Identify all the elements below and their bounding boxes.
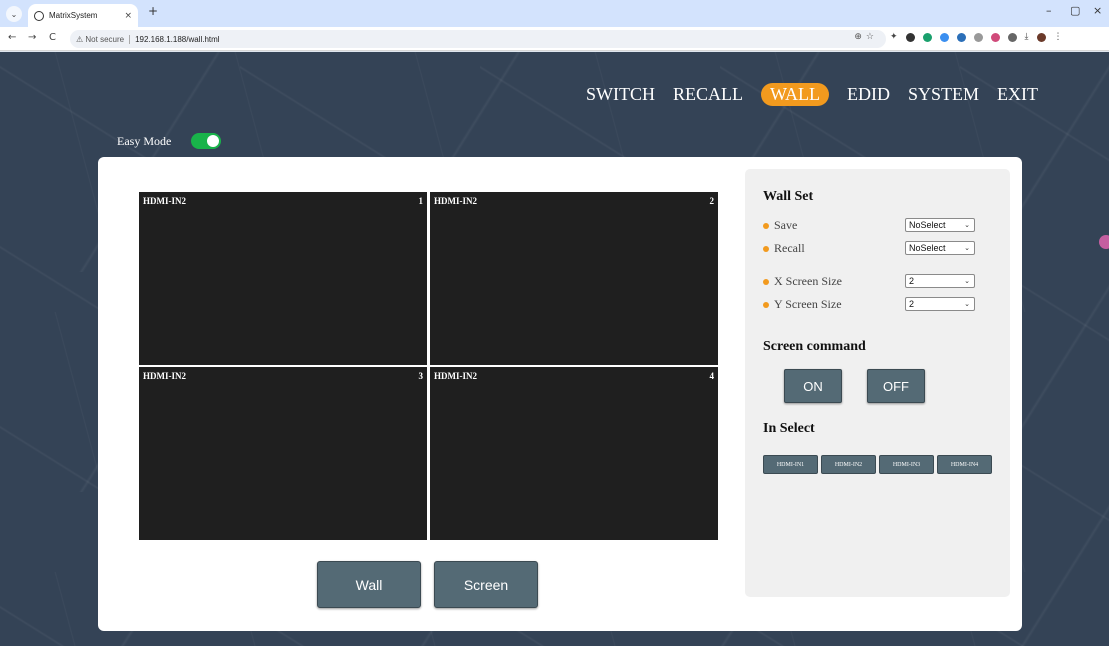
- cell-number: 1: [418, 196, 424, 206]
- cell-number: 3: [418, 371, 424, 381]
- y-size-field: Y Screen Size: [763, 297, 842, 312]
- bullet-icon: [763, 245, 769, 252]
- bullet-icon: [763, 301, 769, 308]
- screen-on-button[interactable]: ON: [784, 369, 842, 403]
- x-size-select-value: 2: [909, 276, 915, 286]
- wall-cell-4[interactable]: HDMI-IN2 4: [430, 367, 718, 540]
- wall-cell-1[interactable]: HDMI-IN2 1: [139, 192, 427, 365]
- easy-mode-toggle[interactable]: [191, 133, 222, 149]
- recall-select[interactable]: NoSelect ⌄: [905, 241, 975, 255]
- easy-mode-label: Easy Mode: [117, 133, 172, 148]
- new-tab-icon[interactable]: +: [148, 4, 158, 18]
- not-secure-badge[interactable]: ⚠ Not secure: [76, 34, 131, 44]
- x-size-field: X Screen Size: [763, 274, 842, 289]
- browser-tab[interactable]: MatrixSystem ×: [28, 4, 138, 27]
- tab-favicon-icon: [34, 10, 44, 21]
- x-size-label: X Screen Size: [774, 274, 842, 288]
- easy-mode: Easy Mode: [117, 133, 222, 149]
- wall-grid: HDMI-IN2 1 HDMI-IN2 2 HDMI-IN2 3 HDMI-IN…: [139, 192, 718, 540]
- nav-recall[interactable]: RECALL: [673, 84, 743, 105]
- recall-field: Recall: [763, 241, 805, 256]
- minimize-icon[interactable]: –: [1046, 4, 1052, 17]
- nav-edid[interactable]: EDID: [847, 84, 890, 105]
- page-background: SWITCH RECALL WALL EDID SYSTEM EXIT Easy…: [0, 52, 1109, 646]
- tab-title: MatrixSystem: [49, 11, 98, 20]
- wall-cell-2[interactable]: HDMI-IN2 2: [430, 192, 718, 365]
- maximize-icon[interactable]: ▢: [1070, 4, 1080, 17]
- y-size-label: Y Screen Size: [774, 297, 842, 311]
- nav-wall[interactable]: WALL: [761, 83, 829, 106]
- bullet-icon: [763, 278, 769, 285]
- extension-icon[interactable]: [973, 32, 983, 42]
- cell-source: HDMI-IN2: [434, 371, 477, 381]
- save-select-value: NoSelect: [909, 220, 946, 230]
- toggle-knob: [207, 135, 220, 147]
- save-field: Save: [763, 218, 797, 233]
- cell-source: HDMI-IN2: [434, 196, 477, 206]
- address-bar[interactable]: ⚠ Not secure 192.168.1.188/wall.html ⊕☆: [70, 30, 886, 48]
- wall-cell-3[interactable]: HDMI-IN2 3: [139, 367, 427, 540]
- extension-icon[interactable]: [990, 32, 1000, 42]
- extensions-row: ✦ ⤓ ⋮: [890, 32, 1063, 42]
- chevron-down-icon: ⌄: [964, 277, 970, 285]
- cell-source: HDMI-IN2: [143, 196, 186, 206]
- menu-icon[interactable]: ⋮: [1054, 32, 1063, 42]
- in-select-hdmi-in1[interactable]: HDMI-IN1: [763, 455, 818, 474]
- in-select-hdmi-in2[interactable]: HDMI-IN2: [821, 455, 876, 474]
- recall-select-value: NoSelect: [909, 243, 946, 253]
- y-size-select-value: 2: [909, 299, 915, 309]
- puzzle-icon[interactable]: [1007, 32, 1017, 42]
- back-icon[interactable]: ←: [8, 32, 16, 43]
- screen-button[interactable]: Screen: [434, 561, 538, 608]
- y-size-select[interactable]: 2 ⌄: [905, 297, 975, 311]
- nav-switch[interactable]: SWITCH: [586, 84, 655, 105]
- x-size-select[interactable]: 2 ⌄: [905, 274, 975, 288]
- cell-number: 2: [709, 196, 715, 206]
- nav-system[interactable]: SYSTEM: [908, 84, 979, 105]
- extension-icon[interactable]: [905, 32, 915, 42]
- in-select-hdmi-in3[interactable]: HDMI-IN3: [879, 455, 934, 474]
- chevron-down-icon: ⌄: [964, 300, 970, 308]
- save-select[interactable]: NoSelect ⌄: [905, 218, 975, 232]
- wall-set-heading: Wall Set: [763, 189, 814, 204]
- url-text: 192.168.1.188/wall.html: [135, 34, 220, 44]
- extension-icon[interactable]: ✦: [890, 32, 898, 42]
- tab-close-icon[interactable]: ×: [124, 11, 132, 21]
- browser-tab-bar: ⌄ MatrixSystem × + – ▢ ×: [0, 0, 1109, 27]
- main-nav: SWITCH RECALL WALL EDID SYSTEM EXIT: [586, 83, 1038, 106]
- extension-icon[interactable]: [922, 32, 932, 42]
- window-close-icon[interactable]: ×: [1093, 4, 1102, 17]
- download-icon[interactable]: ⤓: [1025, 32, 1029, 42]
- reload-icon[interactable]: C: [49, 32, 56, 43]
- nav-exit[interactable]: EXIT: [997, 84, 1038, 105]
- screen-command-heading: Screen command: [763, 339, 866, 354]
- recall-label: Recall: [774, 241, 805, 255]
- cell-number: 4: [709, 371, 715, 381]
- wall-button[interactable]: Wall: [317, 561, 421, 608]
- in-select-heading: In Select: [763, 421, 815, 436]
- control-sidebar: Wall Set Save NoSelect ⌄ Recall NoSelect…: [745, 169, 1010, 597]
- wall-panel: HDMI-IN2 1 HDMI-IN2 2 HDMI-IN2 3 HDMI-IN…: [98, 157, 1022, 631]
- chevron-down-icon: ⌄: [964, 244, 970, 252]
- avatar[interactable]: [1036, 32, 1046, 42]
- zoom-bookmark-icons[interactable]: ⊕☆: [854, 32, 878, 42]
- forward-icon[interactable]: →: [28, 32, 36, 43]
- cell-source: HDMI-IN2: [143, 371, 186, 381]
- bullet-icon: [763, 222, 769, 229]
- floating-assistant-icon[interactable]: [1099, 235, 1109, 249]
- tab-search-icon[interactable]: ⌄: [6, 6, 22, 22]
- in-select-hdmi-in4[interactable]: HDMI-IN4: [937, 455, 992, 474]
- screen-off-button[interactable]: OFF: [867, 369, 925, 403]
- extension-icon[interactable]: [939, 32, 949, 42]
- browser-toolbar: ← → C ⚠ Not secure 192.168.1.188/wall.ht…: [0, 27, 1109, 51]
- chevron-down-icon: ⌄: [964, 221, 970, 229]
- save-label: Save: [774, 218, 798, 232]
- extension-icon[interactable]: [956, 32, 966, 42]
